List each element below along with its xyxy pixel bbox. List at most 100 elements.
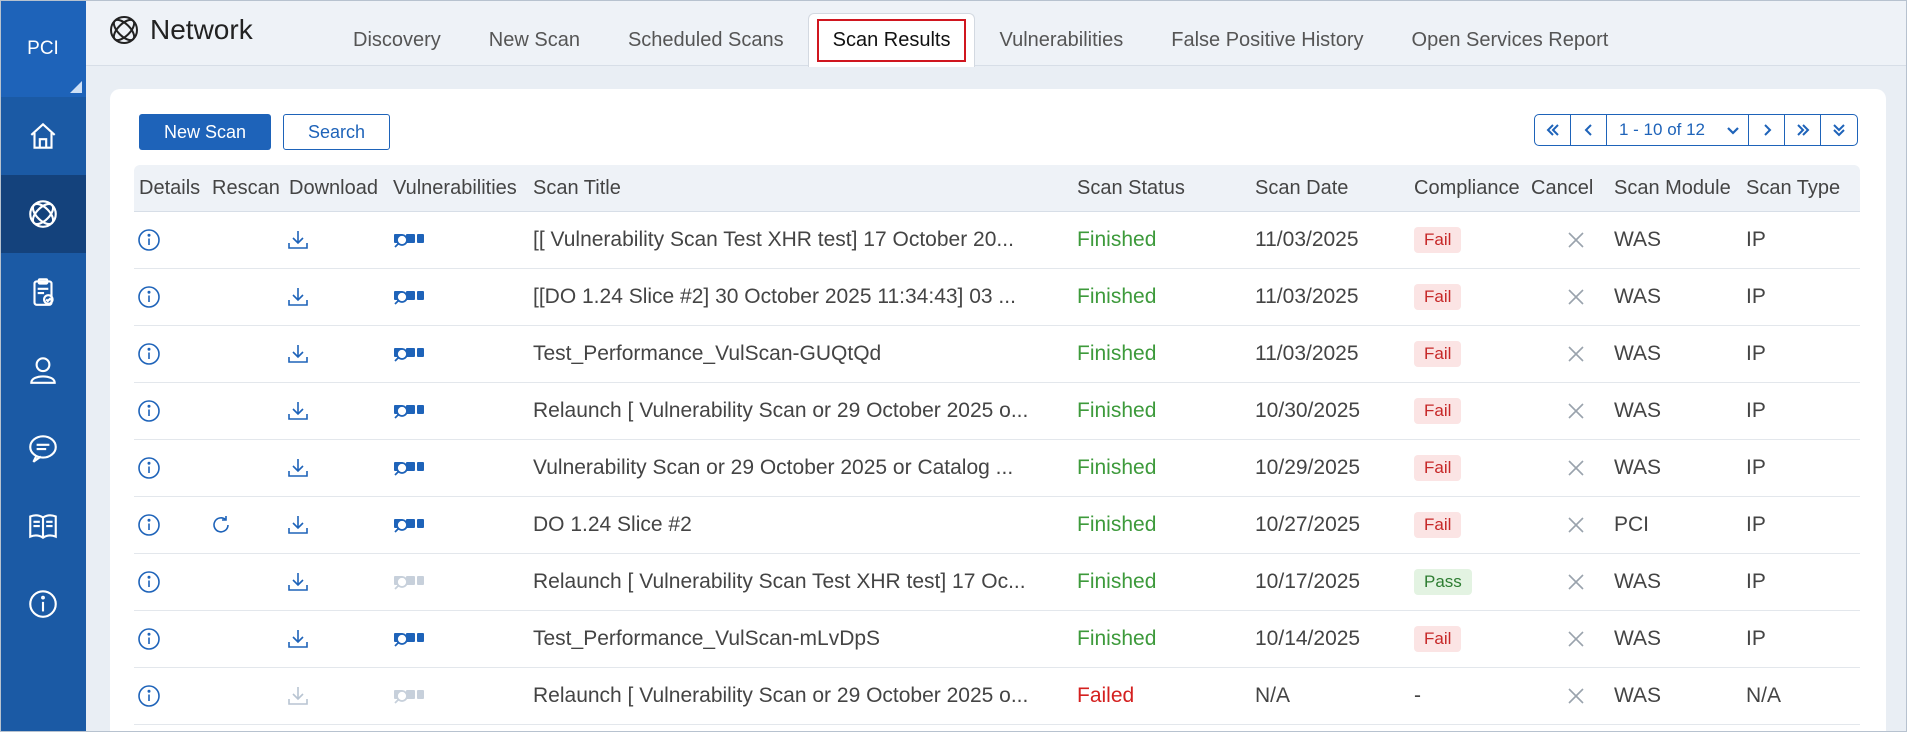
app-switcher[interactable]: PCI [0,0,86,97]
details-cell [137,611,161,667]
info-circle-icon[interactable] [137,456,161,480]
info-circle-icon[interactable] [137,627,161,651]
download-icon[interactable] [286,456,310,480]
download-icon[interactable] [286,285,310,309]
cancel-cell [1564,554,1588,610]
info-circle-icon[interactable] [137,684,161,708]
info-circle-icon[interactable] [137,570,161,594]
download-cell [284,326,312,382]
scan-date: 10/29/2025 [1255,456,1361,479]
vulnerability-report-icon[interactable] [393,514,425,536]
double-chevron-left-icon [1546,124,1559,136]
download-icon[interactable] [286,399,310,423]
close-icon [1568,232,1584,248]
info-circle-icon[interactable] [137,285,161,309]
info-circle-icon[interactable] [137,342,161,366]
info-icon [29,590,57,618]
table-row[interactable]: Relaunch [ Vulnerability Scan or 29 Octo… [134,383,1860,440]
top-header: Network Discovery New Scan Scheduled Sca… [86,0,1907,67]
vulnerability-report-icon[interactable] [393,457,425,479]
column-header-scan-type[interactable]: Scan Type [1746,165,1840,212]
download-icon[interactable] [286,570,310,594]
vulnerabilities-cell [392,611,426,667]
compliance-badge: Fail [1414,284,1462,310]
info-circle-icon[interactable] [137,228,161,252]
download-icon[interactable] [286,513,310,537]
info-circle-icon[interactable] [137,513,161,537]
new-scan-button[interactable]: New Scan [139,114,271,150]
scan-results-panel: New Scan Search 1 - 10 of 12 Details Res… [110,89,1886,732]
search-button[interactable]: Search [283,114,390,150]
table-row[interactable]: Relaunch [ Vulnerability Scan or 29 Octo… [134,668,1860,725]
tab-new-scan[interactable]: New Scan [465,14,604,66]
vulnerability-report-icon[interactable] [393,343,425,365]
tab-label: Scheduled Scans [627,28,784,51]
rail-item-users[interactable] [0,331,86,409]
expand-all-button[interactable] [1821,115,1857,145]
tab-scan-results[interactable]: Scan Results [807,13,976,67]
column-header-details[interactable]: Details [139,165,200,212]
scan-results-table-body: [[ Vulnerability Scan Test XHR test] 17 … [134,212,1860,725]
column-header-scan-status[interactable]: Scan Status [1077,165,1185,212]
scan-title: [[ Vulnerability Scan Test XHR test] 17 … [533,228,1014,251]
details-cell [137,554,161,610]
table-row[interactable]: Vulnerability Scan or 29 October 2025 or… [134,440,1860,497]
page-range-select[interactable]: 1 - 10 of 12 [1607,115,1749,145]
prev-page-button[interactable] [1571,115,1607,145]
vulnerability-report-icon [394,576,424,590]
tab-open-services-report[interactable]: Open Services Report [1388,14,1633,66]
scan-type: IP [1746,513,1766,536]
refresh-icon[interactable] [209,513,233,537]
next-page-button[interactable] [1749,115,1785,145]
tab-scheduled-scans[interactable]: Scheduled Scans [604,14,808,66]
column-header-scan-module[interactable]: Scan Module [1614,165,1731,212]
column-header-download[interactable]: Download [289,165,378,212]
download-icon[interactable] [286,342,310,366]
tab-discovery[interactable]: Discovery [329,14,465,66]
column-header-vulnerabilities[interactable]: Vulnerabilities [393,165,517,212]
compliance-cell: Fail [1414,611,1462,667]
scan-module: WAS [1614,285,1662,308]
download-icon[interactable] [286,627,310,651]
compliance-cell: Fail [1414,497,1462,553]
rescan-cell [209,497,233,553]
rail-item-network[interactable] [0,175,86,253]
close-icon [1568,346,1584,362]
last-page-button[interactable] [1785,115,1821,145]
vulnerability-report-icon[interactable] [393,628,425,650]
vulnerability-report-icon[interactable] [393,229,425,251]
scan-type: IP [1746,627,1766,650]
chevron-down-icon [1727,127,1739,135]
scan-status: Finished [1077,513,1157,536]
column-header-cancel[interactable]: Cancel [1531,165,1593,212]
tab-vulnerabilities[interactable]: Vulnerabilities [975,14,1147,66]
details-cell [137,668,161,724]
column-header-scan-title[interactable]: Scan Title [533,165,621,212]
column-header-rescan[interactable]: Rescan [212,165,280,212]
info-circle-icon[interactable] [137,399,161,423]
rail-item-home[interactable] [0,97,86,175]
download-icon[interactable] [286,228,310,252]
table-row[interactable]: Test_Performance_VulScan-GUQtQd Finished… [134,326,1860,383]
user-icon [30,357,56,384]
table-row[interactable]: [[DO 1.24 Slice #2] 30 October 2025 11:3… [134,269,1860,326]
table-row[interactable]: DO 1.24 Slice #2 Finished 10/27/2025 Fai… [134,497,1860,554]
close-icon [1568,289,1584,305]
vulnerability-report-icon[interactable] [393,286,425,308]
table-row[interactable]: [[ Vulnerability Scan Test XHR test] 17 … [134,212,1860,269]
rail-item-help-docs[interactable] [0,487,86,565]
table-row[interactable]: Relaunch [ Vulnerability Scan Test XHR t… [134,554,1860,611]
download-cell [284,440,312,496]
vulnerability-report-icon[interactable] [393,400,425,422]
tab-false-positive-history[interactable]: False Positive History [1147,14,1387,66]
column-header-scan-date[interactable]: Scan Date [1255,165,1348,212]
scan-status: Finished [1077,285,1157,308]
rail-item-messages[interactable] [0,409,86,487]
table-row[interactable]: Test_Performance_VulScan-mLvDpS Finished… [134,611,1860,668]
vulnerabilities-cell [392,668,426,724]
rail-item-about[interactable] [0,565,86,643]
scan-status: Finished [1077,342,1157,365]
rail-item-reports[interactable] [0,253,86,331]
column-header-compliance[interactable]: Compliance [1414,165,1520,212]
first-page-button[interactable] [1535,115,1571,145]
